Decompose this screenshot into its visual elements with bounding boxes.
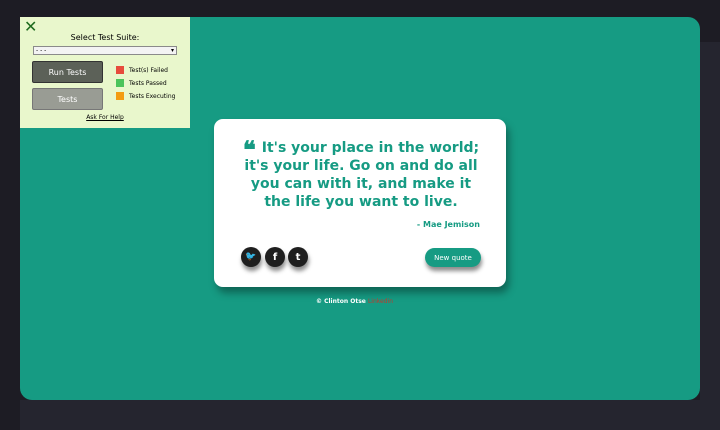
- quote-text: It's your place in the world; it's your …: [244, 140, 480, 210]
- facebook-share-button[interactable]: f: [265, 247, 285, 267]
- test-suite-selected-value: - - -: [36, 47, 47, 54]
- failed-swatch-icon: [116, 66, 124, 74]
- tumblr-icon: t: [295, 251, 301, 263]
- quote-left-icon: ❝: [242, 135, 256, 164]
- footer-credit: © Clinton Otse Linkedin: [316, 298, 393, 305]
- footer-linkedin-link[interactable]: Linkedin: [368, 298, 393, 305]
- quote-author: - Mae Jemison: [416, 220, 480, 229]
- legend-failed-label: Test(s) Failed: [129, 66, 168, 74]
- test-suite-select[interactable]: - - - ▾: [33, 46, 177, 55]
- legend-executing-label: Tests Executing: [129, 92, 176, 100]
- legend-passed-label: Tests Passed: [129, 79, 167, 87]
- tests-button[interactable]: Tests: [32, 88, 103, 110]
- run-tests-button[interactable]: Run Tests: [32, 61, 103, 83]
- chevron-down-icon: ▾: [170, 47, 174, 54]
- ask-for-help-link[interactable]: Ask For Help: [20, 114, 190, 121]
- page-bottom-strip: [20, 400, 720, 430]
- quote-text-container: ❝ It's your place in the world; it's your…: [236, 135, 486, 211]
- executing-swatch-icon: [116, 92, 124, 100]
- facebook-icon: f: [272, 251, 278, 263]
- legend-executing: Tests Executing: [116, 92, 175, 100]
- fcc-test-panel: ✕ Select Test Suite: - - - ▾ Run Tests T…: [20, 17, 190, 128]
- footer-author: © Clinton Otse: [316, 298, 366, 305]
- legend-passed: Tests Passed: [116, 79, 167, 87]
- twitter-icon: 🐦: [245, 252, 257, 262]
- legend-failed: Test(s) Failed: [116, 66, 168, 74]
- passed-swatch-icon: [116, 79, 124, 87]
- new-quote-button[interactable]: New quote: [425, 248, 481, 267]
- tweet-quote-button[interactable]: 🐦: [241, 247, 261, 267]
- page-right-strip: [700, 42, 720, 400]
- test-suite-label: Select Test Suite:: [70, 33, 140, 42]
- tumblr-share-button[interactable]: t: [288, 247, 308, 267]
- quote-box: ❝ It's your place in the world; it's your…: [214, 119, 506, 287]
